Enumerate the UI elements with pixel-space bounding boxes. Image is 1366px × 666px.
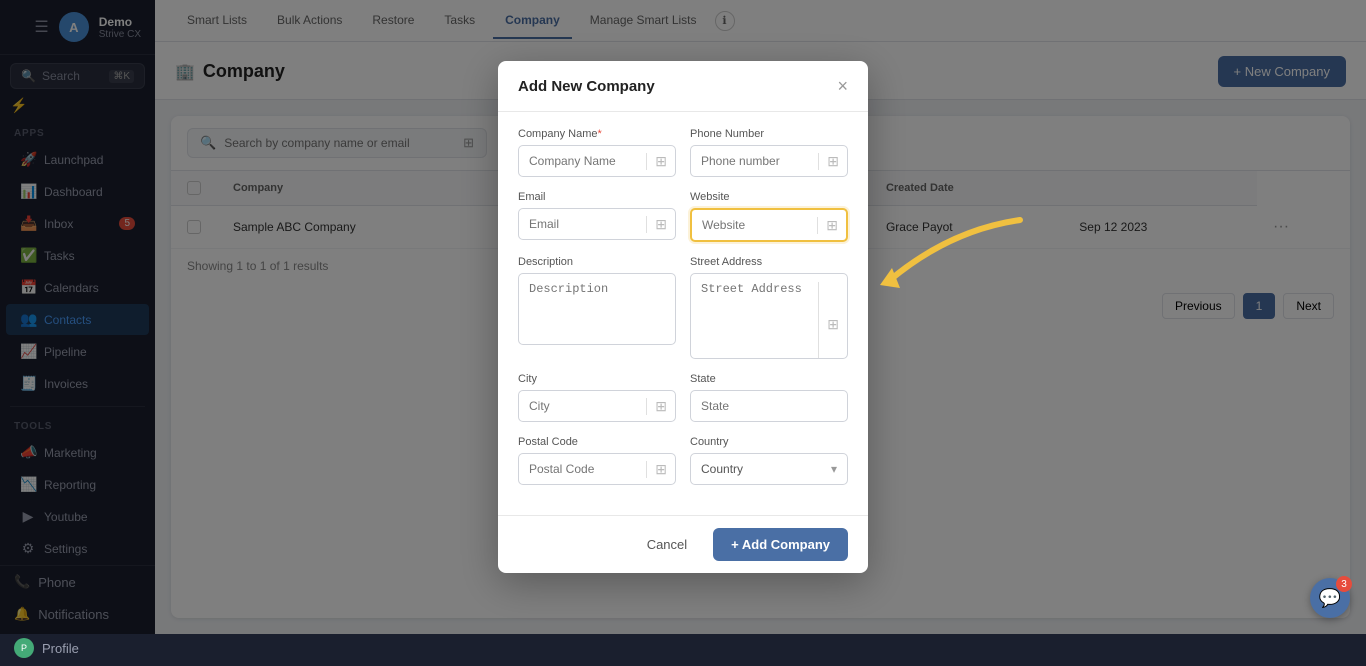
postal-label: Postal Code [518,436,676,448]
country-select[interactable]: Country United States Canada United King… [691,454,847,484]
cancel-button[interactable]: Cancel [631,529,703,560]
city-expand-icon[interactable]: ⊞ [646,398,675,415]
state-input[interactable] [691,391,847,421]
postal-input[interactable] [519,454,646,484]
postal-expand-icon[interactable]: ⊞ [646,461,675,478]
description-textarea[interactable] [519,274,675,344]
website-input-wrap: ⊞ [690,208,848,242]
sidebar-profile-label: Profile [42,641,79,656]
description-label: Description [518,256,676,268]
modal-header: Add New Company × [498,61,868,112]
form-row-5: Postal Code ⊞ Country Country United Sta… [518,436,848,485]
phone-label: Phone Number [690,128,848,140]
form-group-description: Description [518,256,676,359]
form-group-country: Country Country United States Canada Uni… [690,436,848,485]
sidebar-item-profile[interactable]: P Profile [0,630,155,666]
company-name-input-wrap: ⊞ [518,145,676,177]
email-input-wrap: ⊞ [518,208,676,240]
add-company-modal: Add New Company × Company Name* ⊞ Phone … [498,61,868,573]
state-label: State [690,373,848,385]
street-input-wrap: ⊞ [690,273,848,359]
company-name-label: Company Name* [518,128,676,140]
profile-avatar: P [14,638,34,658]
email-input[interactable] [519,209,646,239]
city-input-wrap: ⊞ [518,390,676,422]
form-group-city: City ⊞ [518,373,676,422]
website-input[interactable] [692,210,817,240]
form-row-1: Company Name* ⊞ Phone Number ⊞ [518,128,848,177]
phone-expand-icon[interactable]: ⊞ [818,153,847,170]
city-label: City [518,373,676,385]
website-expand-icon[interactable]: ⊞ [817,217,846,234]
form-group-email: Email ⊞ [518,191,676,242]
street-expand-icon[interactable]: ⊞ [818,282,847,359]
chat-icon: 💬 [1319,588,1341,609]
form-row-3: Description Street Address ⊞ [518,256,848,359]
form-group-postal: Postal Code ⊞ [518,436,676,485]
website-label: Website [690,191,848,203]
postal-input-wrap: ⊞ [518,453,676,485]
modal-body: Company Name* ⊞ Phone Number ⊞ [498,112,868,515]
company-name-expand-icon[interactable]: ⊞ [646,153,675,170]
street-label: Street Address [690,256,848,268]
form-row-4: City ⊞ State [518,373,848,422]
state-input-wrap [690,390,848,422]
chat-badge: 3 [1336,576,1352,592]
modal-overlay: Add New Company × Company Name* ⊞ Phone … [0,0,1366,634]
modal-title: Add New Company [518,78,655,95]
phone-input[interactable] [691,146,818,176]
arrow-annotation [870,210,1030,303]
city-input[interactable] [519,391,646,421]
chat-bubble-button[interactable]: 💬 3 [1310,578,1350,618]
street-textarea[interactable] [691,274,818,344]
phone-input-wrap: ⊞ [690,145,848,177]
add-company-button[interactable]: + Add Company [713,528,848,561]
description-input-wrap [518,273,676,345]
modal-footer: Cancel + Add Company [498,515,868,573]
country-select-wrap: Country United States Canada United King… [690,453,848,485]
company-name-input[interactable] [519,146,646,176]
form-group-company-name: Company Name* ⊞ [518,128,676,177]
email-expand-icon[interactable]: ⊞ [646,216,675,233]
email-label: Email [518,191,676,203]
form-group-website: Website ⊞ [690,191,848,242]
form-group-street: Street Address ⊞ [690,256,848,359]
form-group-state: State [690,373,848,422]
modal-close-button[interactable]: × [837,77,848,95]
form-row-2: Email ⊞ Website ⊞ [518,191,848,242]
country-label: Country [690,436,848,448]
form-group-phone: Phone Number ⊞ [690,128,848,177]
